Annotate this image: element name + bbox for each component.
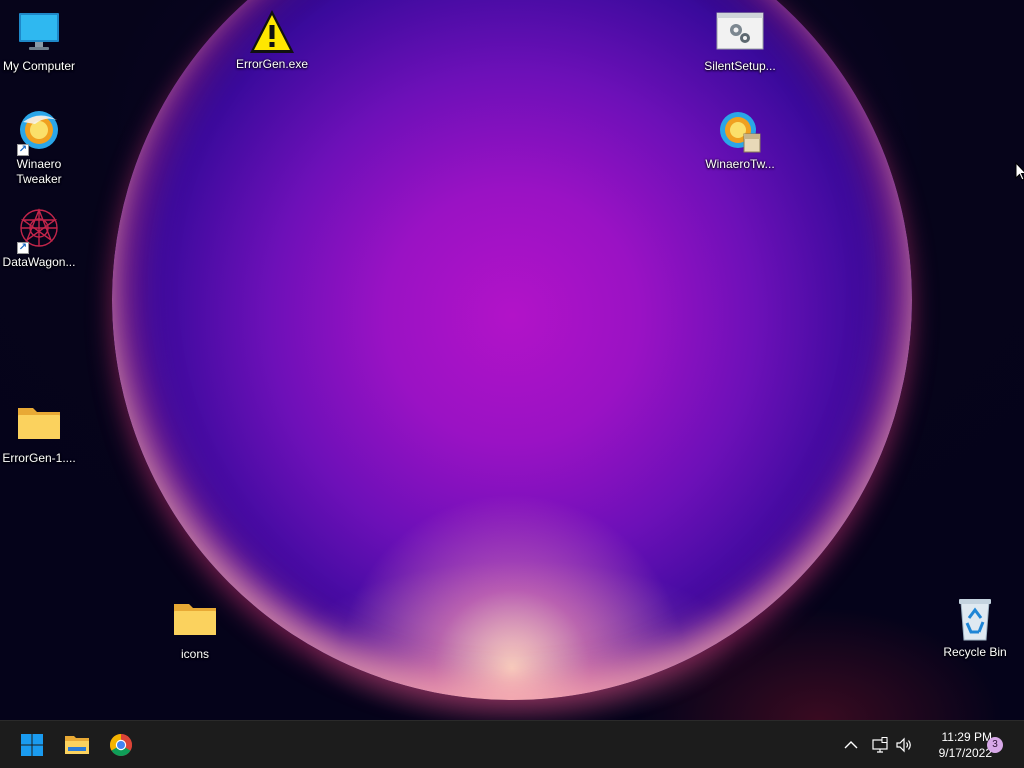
chrome-icon [110,734,132,756]
winaero-installer-icon [716,108,764,156]
desktop-icon-label: icons [180,647,209,661]
network-icon [872,737,888,753]
datawagon-icon: ↗ [15,206,63,254]
taskbar-file-explorer[interactable] [57,727,97,763]
folder-icon [65,736,89,754]
wallpaper-glow [300,560,740,720]
mouse-cursor-icon [1015,161,1024,187]
desktop-icon-recycle-bin[interactable]: Recycle Bin [935,596,1015,660]
desktop-icon-my-computer[interactable]: My Computer [0,10,79,74]
desktop-icon-silentsetup[interactable]: SilentSetup... [700,10,780,74]
desktop-icon-label: Winaero Tweaker [16,157,62,186]
speaker-icon [896,737,911,753]
desktop-icon-label: ErrorGen.exe [235,57,309,71]
shortcut-arrow-icon: ↗ [17,242,29,254]
windows-logo-icon [21,734,43,756]
taskbar-chrome[interactable] [101,727,141,763]
desktop-icon-errorgen-exe[interactable]: ErrorGen.exe [232,8,312,72]
desktop-icon-label: DataWagon... [2,255,76,269]
desktop-icon-label: ErrorGen-1.... [2,451,76,465]
desktop-icon-label: WinaeroTw... [705,157,775,171]
volume-button[interactable] [891,727,917,763]
desktop-wallpaper [0,0,1024,720]
chevron-up-icon [844,741,858,749]
desktop-icon-winaero-tweaker[interactable]: ↗ Winaero Tweaker [0,108,79,187]
start-button[interactable] [12,727,52,763]
folder-icon [15,402,63,450]
desktop-icon-errorgen-folder[interactable]: ErrorGen-1.... [0,402,79,466]
desktop-icon-label: My Computer [2,59,76,73]
monitor-icon [15,10,63,58]
winaero-tweaker-icon: ↗ [15,108,63,156]
settings-window-icon [716,10,764,58]
recycle-bin-icon [951,596,999,644]
notification-badge[interactable]: 3 [987,737,1003,753]
desktop-icon-icons-folder[interactable]: icons [155,598,235,662]
desktop-icon-label: Recycle Bin [943,645,1007,659]
desktop-icon-label: SilentSetup... [704,59,776,73]
warning-icon [248,8,296,56]
folder-icon [171,598,219,646]
clock-time: 11:29 PM [941,730,992,744]
clock-date: 9/17/2022 [938,746,992,760]
taskbar: 11:29 PM 9/17/2022 3 [0,720,1024,768]
taskbar-clock[interactable]: 11:29 PM 9/17/2022 [918,729,992,761]
desktop-icon-datawagon[interactable]: ↗ DataWagon... [0,206,79,270]
shortcut-arrow-icon: ↗ [17,144,29,156]
show-hidden-icons-button[interactable] [838,727,864,763]
desktop-icon-winaerotw[interactable]: WinaeroTw... [700,108,780,172]
network-button[interactable] [867,727,893,763]
